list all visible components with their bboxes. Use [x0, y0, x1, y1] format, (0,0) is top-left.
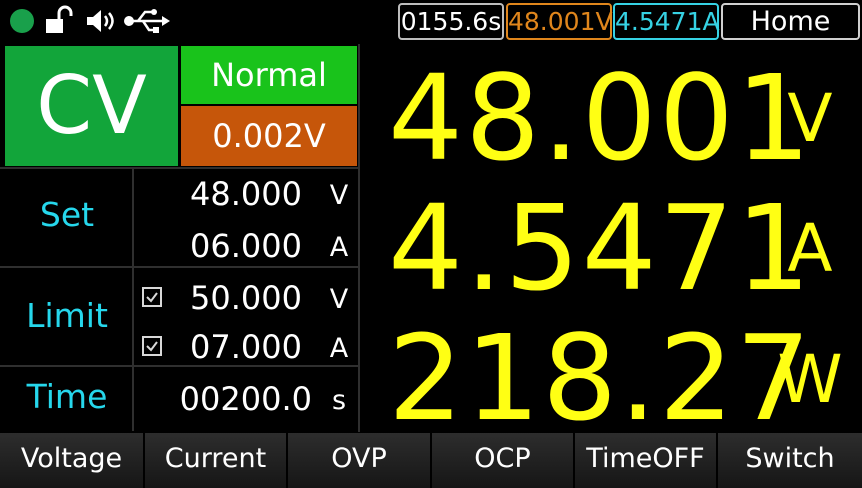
softkey-ovp[interactable]: OVP — [288, 433, 432, 488]
ripple-readout: 0.002V — [181, 106, 357, 166]
set-voltage-value[interactable]: 48.000 — [126, 174, 302, 214]
status-dot — [10, 9, 34, 33]
lock-open-icon — [44, 4, 74, 38]
output-voltage-unit: V — [787, 80, 833, 157]
output-current-reading: 4.5471 — [388, 179, 813, 317]
current-readout-pill: 4.5471A — [613, 3, 720, 40]
divider — [0, 167, 358, 169]
protection-status: Normal — [181, 46, 357, 104]
time-label: Time — [26, 377, 108, 416]
speaker-icon — [84, 4, 118, 38]
limit-voltage-unit: V — [329, 284, 349, 315]
time-unit: s — [331, 385, 347, 416]
limit-label: Limit — [26, 296, 108, 335]
limit-current-unit: A — [329, 333, 349, 364]
softkey-voltage[interactable]: Voltage — [0, 433, 145, 488]
time-value[interactable]: 00200.0 — [136, 379, 312, 419]
output-power-reading: 218.27 — [388, 309, 813, 447]
home-button[interactable]: Home — [721, 3, 860, 40]
usb-icon — [122, 4, 172, 38]
mode-indicator: CV — [5, 46, 178, 166]
set-current-unit: A — [329, 232, 349, 263]
softkey-ocp[interactable]: OCP — [432, 433, 575, 488]
softkey-timeoff[interactable]: TimeOFF — [575, 433, 718, 488]
timer-readout: 0155.6s — [398, 3, 504, 40]
voltage-readout-pill: 48.001V — [506, 3, 613, 40]
output-voltage-reading: 48.001 — [388, 49, 813, 187]
limit-voltage-value[interactable]: 50.000 — [126, 278, 302, 318]
set-current-value[interactable]: 06.000 — [126, 226, 302, 266]
set-voltage-unit: V — [329, 180, 349, 211]
output-current-unit: A — [787, 210, 833, 287]
limit-current-value[interactable]: 07.000 — [126, 327, 302, 367]
divider — [358, 44, 360, 432]
divider — [0, 266, 358, 268]
softkey-switch[interactable]: Switch — [718, 433, 862, 488]
softkey-current[interactable]: Current — [145, 433, 288, 488]
set-label: Set — [39, 195, 95, 234]
output-power-unit: W — [777, 341, 843, 418]
